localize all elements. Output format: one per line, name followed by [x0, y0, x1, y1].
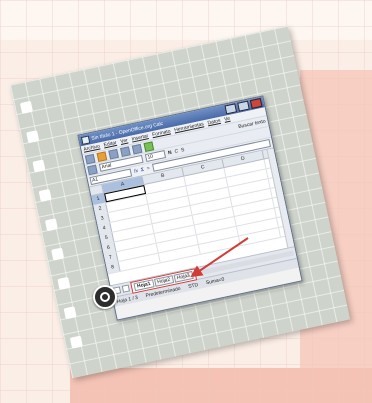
calc-app-icon [80, 134, 91, 145]
binder-hole [19, 100, 33, 114]
sum-button[interactable]: Σ [140, 167, 144, 173]
status-page: Hoja 1 / 3 [116, 294, 139, 305]
status-sum: Suma=0 [205, 275, 225, 286]
bold-button[interactable]: N [168, 150, 173, 157]
status-mode: STD [187, 281, 199, 290]
save-icon[interactable] [108, 148, 119, 160]
spellcheck-icon[interactable] [143, 140, 155, 152]
binder-hole [26, 130, 40, 144]
underline-button[interactable]: S [180, 147, 185, 154]
binder-hole [57, 276, 71, 290]
logo-ring [100, 292, 110, 302]
publisher-logo-icon [93, 285, 117, 309]
new-document-icon[interactable] [84, 153, 96, 165]
binder-hole [38, 188, 52, 202]
function-wizard-button[interactable]: fx [134, 168, 139, 175]
binder-hole [63, 306, 77, 320]
sheet-tab-hoja3[interactable]: Hoja3 [173, 270, 194, 283]
binder-hole [51, 247, 65, 261]
prev-sheet-button[interactable] [121, 284, 131, 293]
binder-hole [32, 159, 46, 173]
styles-icon[interactable] [87, 164, 98, 175]
sheet-tab-hoja2[interactable]: Hoja2 [153, 274, 174, 287]
italic-button[interactable]: C [174, 148, 179, 155]
binder-hole [44, 218, 58, 232]
binder-hole [69, 335, 83, 349]
menu-ventana[interactable]: Ve [224, 116, 231, 123]
print-icon[interactable] [131, 143, 143, 155]
sheet-tab-hoja1[interactable]: Hoja1 [133, 278, 155, 291]
email-icon[interactable] [119, 145, 131, 157]
function-button[interactable]: = [146, 166, 150, 172]
open-folder-icon[interactable] [96, 150, 108, 162]
